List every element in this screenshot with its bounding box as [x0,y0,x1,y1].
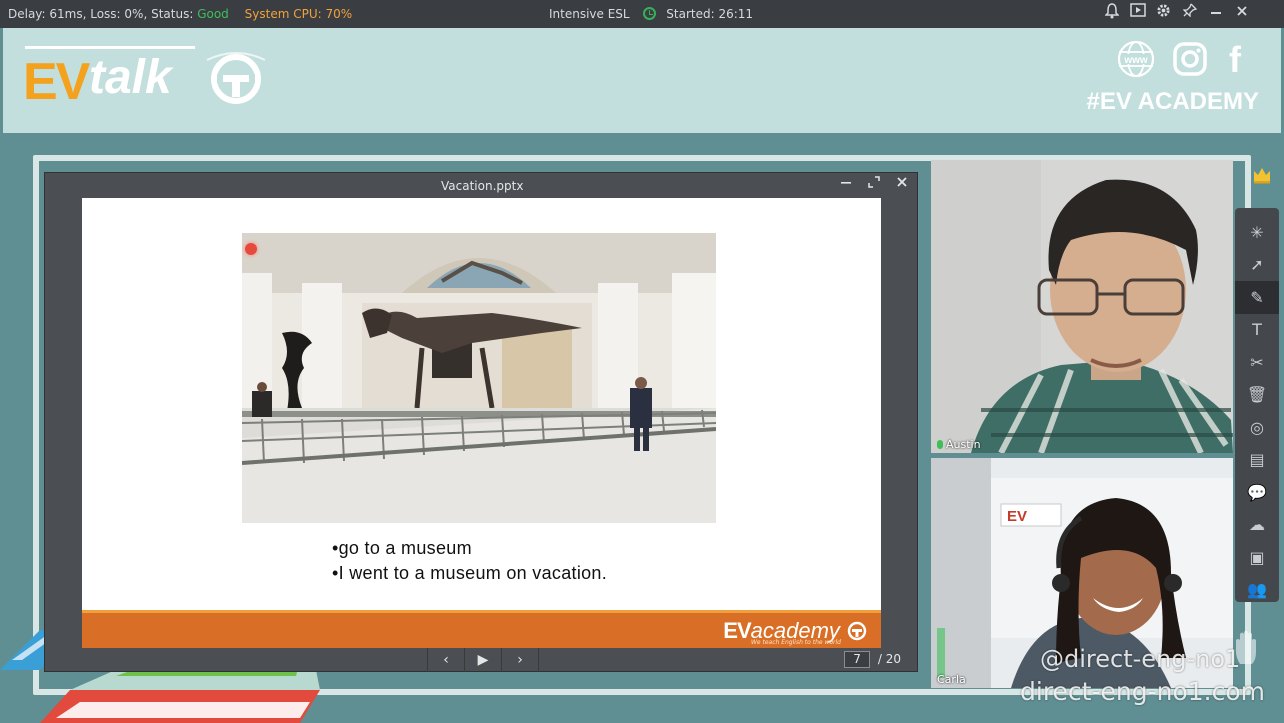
wall-logo-text: EV [1007,508,1027,525]
status-bar: Delay: 61ms, Loss: 0%, Status: Good Syst… [0,0,1284,28]
www-icon[interactable]: www [1117,40,1155,78]
toolbox-icon[interactable]: ▣ [1235,541,1279,574]
notes-icon[interactable]: ▤ [1235,444,1279,477]
settings-icon[interactable] [1155,3,1172,23]
screen-share-icon[interactable] [1129,3,1146,23]
connection-status: Delay: 61ms, Loss: 0%, Status: Good Syst… [8,7,352,21]
museum-photo [242,233,716,523]
pin-icon[interactable] [1181,3,1198,23]
bell-icon[interactable] [1103,3,1120,23]
logo-bar [25,46,195,49]
bullet-item: •I went to a museum on vacation. [332,563,608,583]
footer-tagline: We teach English to the world [750,639,841,646]
watermark-handle: @direct-eng-no1 [1040,645,1241,673]
play-button[interactable]: ▶ [465,648,502,672]
minimize-icon[interactable] [1207,3,1224,23]
scissors-icon[interactable]: ✂ [1235,346,1279,379]
social-icons: www f [1117,40,1245,78]
pen-icon[interactable]: ✎ [1235,281,1279,314]
delay-text: Delay: 61ms, Loss: 0%, Status: [8,7,194,21]
cloud-icon[interactable]: ☁ [1235,509,1279,542]
hashtag-text: #EV ACADEMY [1086,88,1259,115]
chat-icon[interactable]: 💬 [1235,476,1279,509]
presentation-title: Vacation.pptx [441,179,524,193]
header-banner: EV talk www f #EV ACADEMY [3,28,1281,133]
status-good-text: Good [197,7,229,21]
participant-name: Carla [937,673,966,686]
close-icon[interactable] [893,176,911,194]
class-info: Intensive ESL Started: 26:11 [549,7,753,21]
clock-icon [643,7,657,20]
close-icon[interactable] [1233,3,1250,23]
started-time: Started: 26:11 [666,7,754,21]
audio-icon[interactable]: ◎ [1235,411,1279,444]
minimize-icon[interactable] [837,176,855,194]
footer-brand-ev: EV [723,618,751,643]
previous-slide-button[interactable]: ‹ [428,648,465,672]
logo-talk-text: talk [89,51,172,104]
text-icon[interactable]: T [1235,314,1279,347]
instagram-icon[interactable] [1173,42,1207,76]
evacademy-mark-icon [847,621,867,641]
window-controls [1103,3,1250,23]
slide-canvas[interactable]: •go to a museum •I went to a museum on v… [82,198,881,648]
trash-icon[interactable]: 🗑 [1235,379,1279,412]
evtalk-mark-icon [206,52,266,104]
slide-bullets: •go to a museum •I went to a museum on v… [332,536,607,586]
presentation-window-controls [837,176,911,194]
slide-nav-buttons: ‹ ▶ › [427,648,539,672]
social-links: www f #EV ACADEMY [1079,40,1259,120]
bullet-item: •go to a museum [332,538,472,558]
users-icon[interactable]: 👥 [1235,574,1279,607]
whiteboard-toolbar: ✳ ➚ ✎ T ✂ 🗑 ◎ ▤ 💬 ☁ ▣ 👥 [1235,208,1279,602]
participant-name-text: Austin [946,438,981,451]
video-tile-austin[interactable]: Austin [931,160,1233,453]
facebook-icon[interactable]: f [1225,42,1245,76]
select-move-icon[interactable]: ➚ [1235,249,1279,282]
slide-navigation: ‹ ▶ › 7 / 20 [45,648,917,673]
laser-pointer-icon[interactable]: ✳ [1235,216,1279,249]
teacher-video-frame [931,160,1233,453]
participant-name-text: Carla [937,673,966,686]
expand-icon[interactable] [865,176,883,194]
presentation-window: Vacation.pptx •go to a museum •I went to… [44,172,918,672]
mic-icon [937,440,943,449]
recording-indicator [245,243,257,255]
page-number-input[interactable]: 7 [844,651,871,668]
presentation-titlebar[interactable]: Vacation.pptx [45,173,917,199]
cpu-text: System CPU: 70% [244,7,353,21]
slide-footer: EVacademy We teach English to the world [82,610,881,648]
class-name: Intensive ESL [549,7,630,21]
facebook-glyph: f [1229,42,1242,76]
crown-icon [1252,166,1272,184]
page-indicator: 7 / 20 [844,651,901,668]
logo-ev-text: EV [23,53,90,111]
total-pages: / 20 [877,652,901,666]
www-label: www [1123,55,1148,66]
watermark-url: direct-eng-no1.com [1020,677,1265,706]
next-slide-button[interactable]: › [502,648,538,672]
participant-name: Austin [937,438,981,451]
